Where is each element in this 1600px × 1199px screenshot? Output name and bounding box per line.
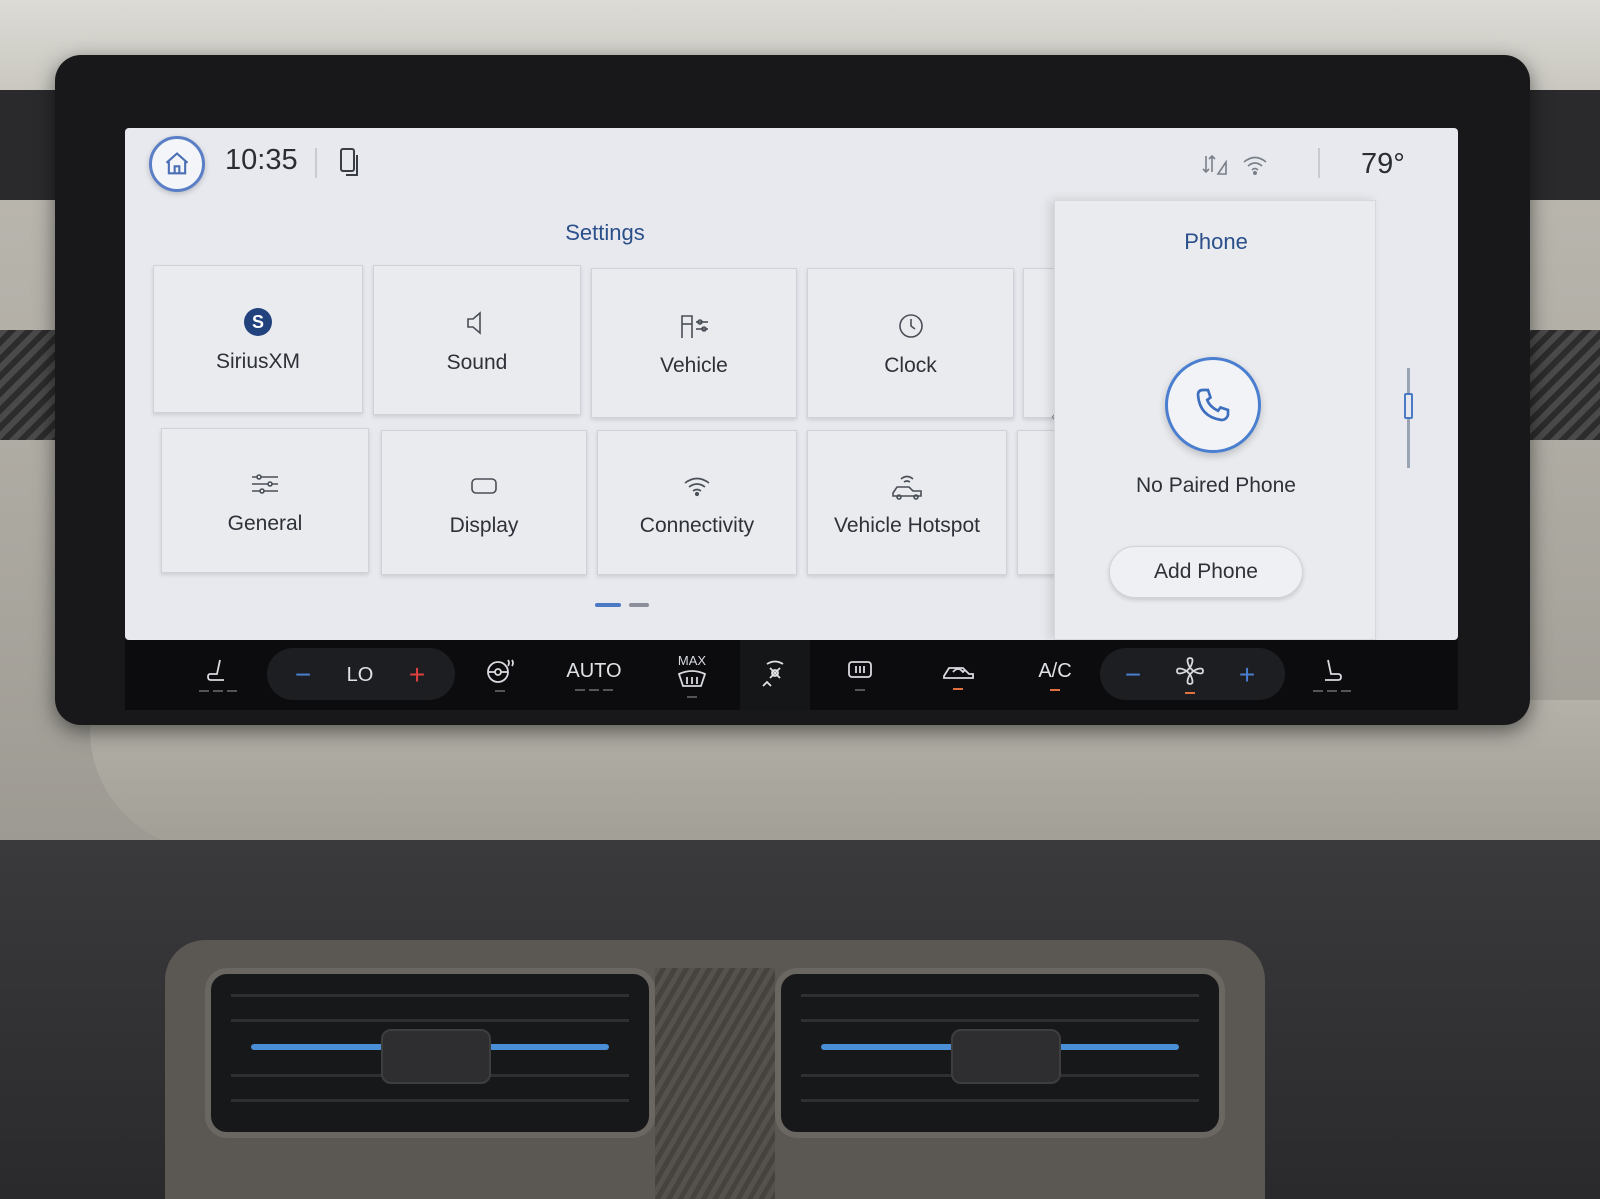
data-signal-icon — [1200, 150, 1230, 180]
driver-temp-up-button[interactable]: + — [399, 640, 435, 710]
tile-connectivity[interactable]: Connectivity — [597, 430, 797, 575]
tile-label: SiriusXM — [215, 350, 300, 373]
add-phone-button[interactable]: Add Phone — [1109, 546, 1303, 598]
heated-steering-button[interactable] — [475, 640, 525, 710]
tile-sound[interactable]: Sound — [373, 265, 581, 415]
passenger-seat-heat-button[interactable] — [1307, 640, 1357, 710]
tile-label: General — [227, 511, 303, 535]
fan-speed-up-button[interactable]: + — [1229, 640, 1265, 710]
tile-partial[interactable] — [1017, 430, 1057, 575]
home-icon — [165, 152, 189, 175]
page-indicator[interactable] — [629, 603, 649, 607]
speaker-icon — [467, 311, 481, 335]
climate-menu-button[interactable] — [740, 640, 810, 710]
phone-icon — [1196, 388, 1230, 422]
svg-text:S: S — [252, 312, 264, 332]
recirculation-button[interactable] — [930, 640, 986, 710]
tile-label: Connectivity — [639, 513, 755, 537]
tile-label: Display — [449, 513, 519, 537]
climate-bar: − LO + AUTO MAX A/C − + — [125, 640, 1458, 710]
page-indicator-active[interactable] — [595, 603, 621, 607]
defrost-icon — [677, 669, 707, 687]
sliders-icon — [252, 473, 278, 494]
tile-vehicle-hotspot[interactable]: Vehicle Hotspot — [807, 430, 1007, 575]
driver-temp-down-button[interactable]: − — [285, 640, 321, 710]
driver-seat-heat-button[interactable] — [193, 640, 243, 710]
tile-label: Vehicle Hotspot — [834, 513, 980, 537]
climate-fan-menu-icon — [762, 660, 784, 687]
tile-label: Sound — [446, 351, 508, 374]
wifi-icon — [684, 477, 710, 496]
status-divider — [1318, 148, 1320, 178]
vent-knob-right[interactable] — [951, 1029, 1061, 1084]
tile-vehicle[interactable]: Vehicle — [591, 268, 797, 418]
vent-knob-left[interactable] — [381, 1029, 491, 1084]
vehicle-settings-icon — [681, 315, 708, 338]
call-button[interactable] — [1165, 357, 1261, 453]
vent-divider — [655, 968, 775, 1199]
wifi-icon — [1240, 150, 1270, 180]
fan-icon — [1176, 657, 1204, 685]
steering-wheel-heat-icon — [487, 659, 514, 683]
infotainment-screen: 10:35 79° Settings S SiriusXM Sound Vehi… — [125, 128, 1458, 640]
rear-defrost-button[interactable] — [835, 640, 885, 710]
ac-button[interactable]: A/C — [1030, 640, 1080, 710]
tile-clock[interactable]: Clock — [807, 268, 1014, 418]
settings-title: Settings — [565, 220, 645, 245]
tile-label: Vehicle — [660, 354, 728, 377]
tile-siriusxm[interactable]: S SiriusXM — [153, 265, 363, 413]
air-vent-left[interactable] — [205, 968, 655, 1138]
display-icon — [471, 477, 497, 494]
status-divider — [315, 148, 317, 178]
rear-defrost-icon — [848, 661, 872, 678]
phone-panel: Phone No Paired Phone Add Phone — [1054, 200, 1376, 640]
tile-label: Clock — [884, 354, 937, 377]
recirculation-icon — [943, 667, 974, 679]
tile-general[interactable]: General — [161, 428, 369, 573]
seat-heat-icon — [1325, 659, 1342, 681]
phone-status: No Paired Phone — [1136, 474, 1296, 497]
phone-title: Phone — [1184, 229, 1248, 254]
hotspot-icon — [892, 475, 922, 500]
phone-projection-icon[interactable] — [335, 146, 365, 180]
clock-icon — [898, 314, 923, 338]
tile-display[interactable]: Display — [381, 430, 587, 575]
max-defrost-button[interactable]: MAX — [665, 640, 719, 710]
clock-time: 10:35 — [225, 144, 298, 176]
scrollbar-thumb[interactable] — [1404, 393, 1413, 419]
seat-heat-icon — [207, 659, 224, 681]
air-vent-right[interactable] — [775, 968, 1225, 1138]
auto-climate-button[interactable]: AUTO — [557, 640, 631, 710]
outside-temperature: 79° — [1361, 148, 1405, 180]
siriusxm-icon: S — [244, 308, 272, 336]
dashboard-texture-left — [0, 330, 60, 440]
driver-temp-value: LO — [346, 663, 374, 686]
fan-speed-down-button[interactable]: − — [1115, 640, 1151, 710]
home-button[interactable] — [149, 136, 205, 192]
fan-speed-indicator — [1165, 640, 1215, 710]
